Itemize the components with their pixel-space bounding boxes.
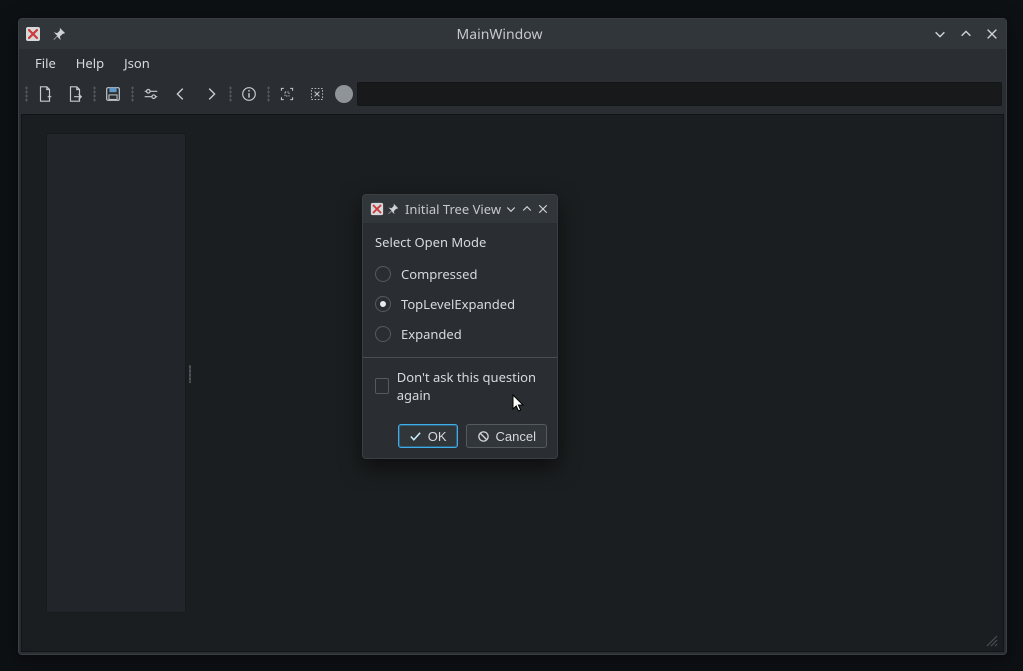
radio-icon [375, 296, 391, 312]
resize-grip-icon[interactable] [985, 634, 999, 648]
menu-file[interactable]: File [27, 50, 64, 76]
document-new-icon[interactable] [31, 81, 59, 107]
dialog-titlebar[interactable]: Initial Tree View [363, 195, 557, 223]
menubar: File Help Json [19, 49, 1006, 77]
maximize-icon[interactable] [519, 201, 535, 217]
window-title: MainWindow [67, 25, 932, 44]
radio-expanded[interactable]: Expanded [375, 319, 545, 349]
cancel-button-label: Cancel [496, 429, 536, 444]
cancel-button[interactable]: Cancel [466, 424, 547, 448]
cancel-icon [477, 430, 490, 443]
dialog-body: Select Open Mode Compressed TopLevelExpa… [363, 223, 557, 414]
checkbox-label: Don't ask this question again [397, 368, 545, 404]
side-panel[interactable] [46, 133, 186, 613]
close-icon[interactable] [535, 201, 551, 217]
pin-icon[interactable] [385, 201, 401, 217]
toolbar-input[interactable] [357, 82, 1002, 106]
menu-json[interactable]: Json [116, 50, 158, 76]
minimize-icon[interactable] [932, 26, 948, 42]
sliders-icon[interactable] [137, 81, 165, 107]
dont-ask-checkbox[interactable]: Don't ask this question again [375, 368, 545, 404]
radio-icon [375, 326, 391, 342]
toolbar-grip-icon[interactable] [129, 84, 135, 104]
fit-selection-icon[interactable] [273, 81, 301, 107]
ok-button-label: OK [428, 429, 447, 444]
menu-help[interactable]: Help [68, 50, 112, 76]
maximize-icon[interactable] [958, 26, 974, 42]
divider [363, 357, 557, 358]
toolbar [19, 77, 1006, 110]
dialog-prompt: Select Open Mode [375, 233, 545, 251]
initial-tree-view-dialog: Initial Tree View Select Open Mode Compr… [362, 194, 558, 459]
color-indicator-icon[interactable] [335, 85, 353, 103]
pin-icon[interactable] [51, 26, 67, 42]
app-icon [369, 201, 385, 217]
document-export-icon[interactable] [61, 81, 89, 107]
nav-forward-icon[interactable] [197, 81, 225, 107]
ok-button[interactable]: OK [398, 424, 458, 448]
radio-label: Expanded [401, 325, 462, 343]
close-icon[interactable] [984, 26, 1000, 42]
app-icon [25, 26, 41, 42]
radio-label: Compressed [401, 265, 477, 283]
toolbar-grip-icon[interactable] [91, 84, 97, 104]
toolbar-grip-icon[interactable] [23, 84, 29, 104]
radio-icon [375, 266, 391, 282]
radio-compressed[interactable]: Compressed [375, 259, 545, 289]
check-icon [409, 430, 422, 443]
checkbox-icon [375, 378, 389, 394]
save-icon[interactable] [99, 81, 127, 107]
splitter-handle[interactable] [188, 363, 192, 385]
dialog-title: Initial Tree View [401, 200, 503, 218]
minimize-icon[interactable] [503, 201, 519, 217]
toolbar-grip-icon[interactable] [265, 84, 271, 104]
clear-selection-icon[interactable] [303, 81, 331, 107]
window-titlebar[interactable]: MainWindow [19, 19, 1006, 49]
radio-top-level-expanded[interactable]: TopLevelExpanded [375, 289, 545, 319]
dialog-button-row: OK Cancel [363, 414, 557, 458]
radio-label: TopLevelExpanded [401, 295, 515, 313]
info-icon[interactable] [235, 81, 263, 107]
toolbar-grip-icon[interactable] [227, 84, 233, 104]
nav-back-icon[interactable] [167, 81, 195, 107]
